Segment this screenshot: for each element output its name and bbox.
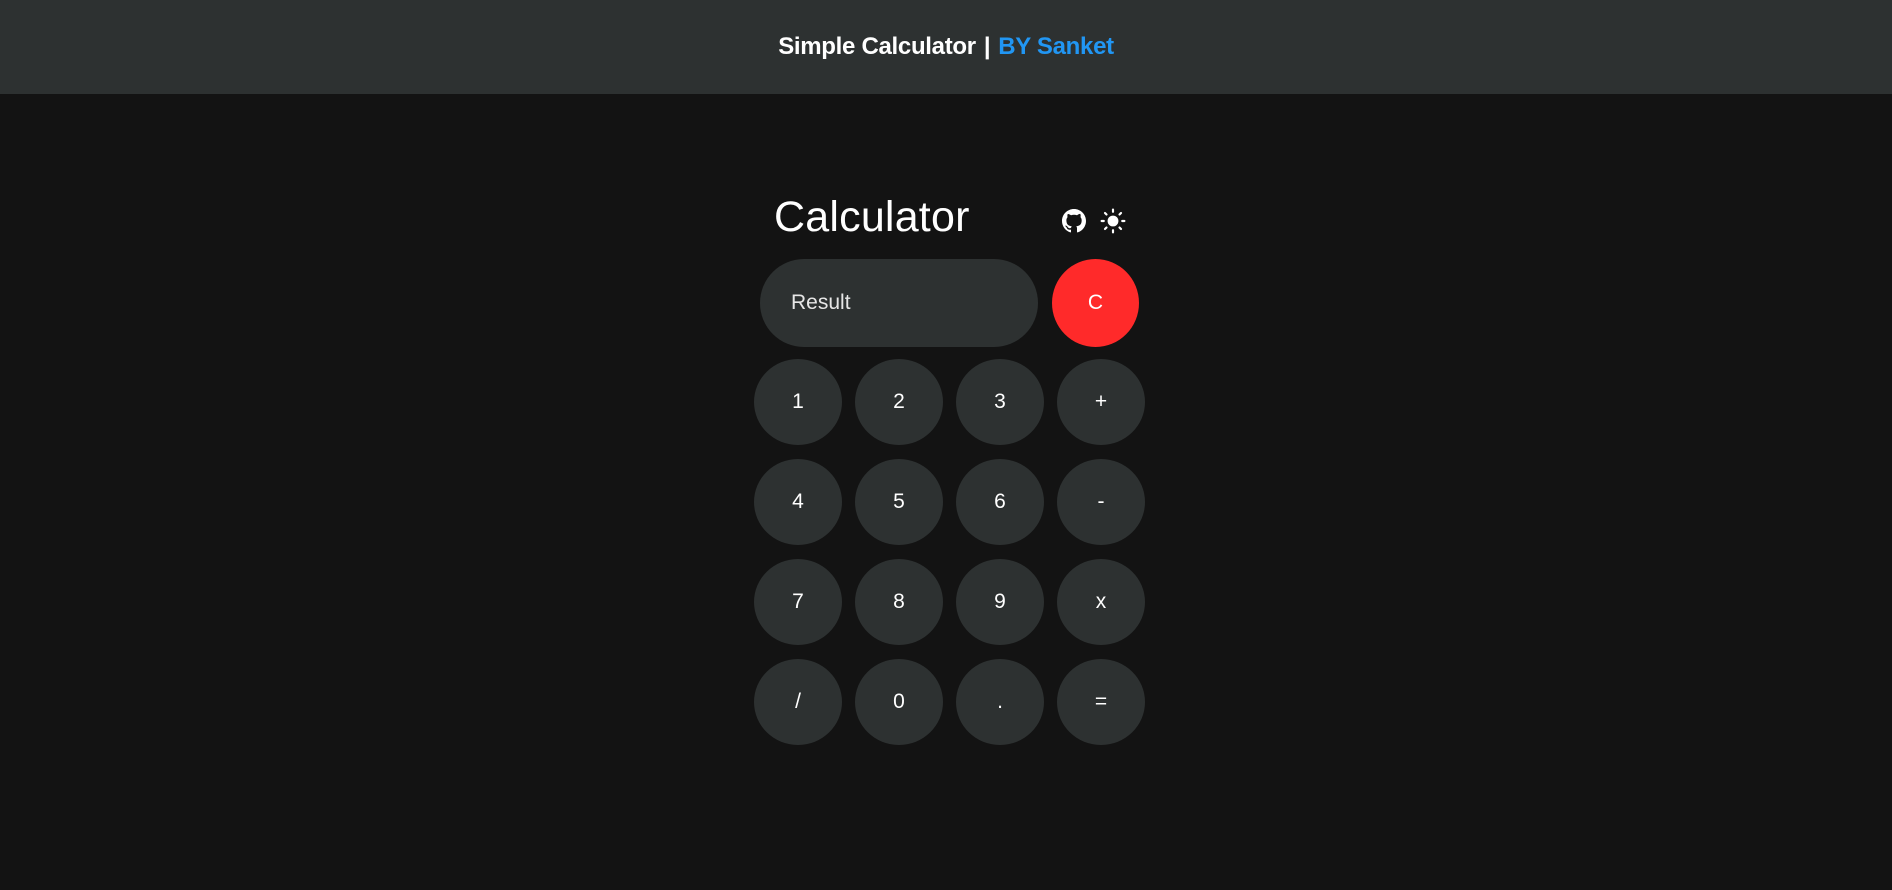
- key-4[interactable]: 4: [754, 459, 842, 545]
- key-8[interactable]: 8: [855, 559, 943, 645]
- github-icon-graphic: [1062, 209, 1086, 233]
- key-7[interactable]: 7: [754, 559, 842, 645]
- key-decimal[interactable]: .: [956, 659, 1044, 745]
- clear-button[interactable]: C: [1052, 259, 1139, 347]
- site-title: Simple Calculator | BY Sanket: [778, 33, 1114, 61]
- author-credit: BY Sanket: [998, 33, 1114, 60]
- key-3[interactable]: 3: [956, 359, 1044, 445]
- title-separator: |: [983, 33, 991, 60]
- key-plus[interactable]: +: [1057, 359, 1145, 445]
- key-5[interactable]: 5: [855, 459, 943, 545]
- key-9[interactable]: 9: [956, 559, 1044, 645]
- calculator-header: Calculator: [752, 185, 1148, 255]
- key-minus[interactable]: -: [1057, 459, 1145, 545]
- calculator: Calculator C: [752, 185, 1148, 745]
- key-6[interactable]: 6: [956, 459, 1044, 545]
- theme-toggle-button[interactable]: [1099, 207, 1127, 235]
- key-2[interactable]: 2: [855, 359, 943, 445]
- sun-icon: [1100, 208, 1126, 234]
- top-bar: Simple Calculator | BY Sanket: [0, 0, 1892, 94]
- calculator-title: Calculator: [774, 193, 970, 241]
- key-multiply[interactable]: x: [1057, 559, 1145, 645]
- keypad: 1 2 3 + 4 5 6 - 7 8 9 x / 0 . =: [754, 359, 1146, 745]
- key-0[interactable]: 0: [855, 659, 943, 745]
- app-name: Simple Calculator: [778, 33, 976, 60]
- github-icon[interactable]: [1060, 207, 1088, 235]
- key-equals[interactable]: =: [1057, 659, 1145, 745]
- key-divide[interactable]: /: [754, 659, 842, 745]
- result-display[interactable]: [760, 259, 1038, 347]
- key-1[interactable]: 1: [754, 359, 842, 445]
